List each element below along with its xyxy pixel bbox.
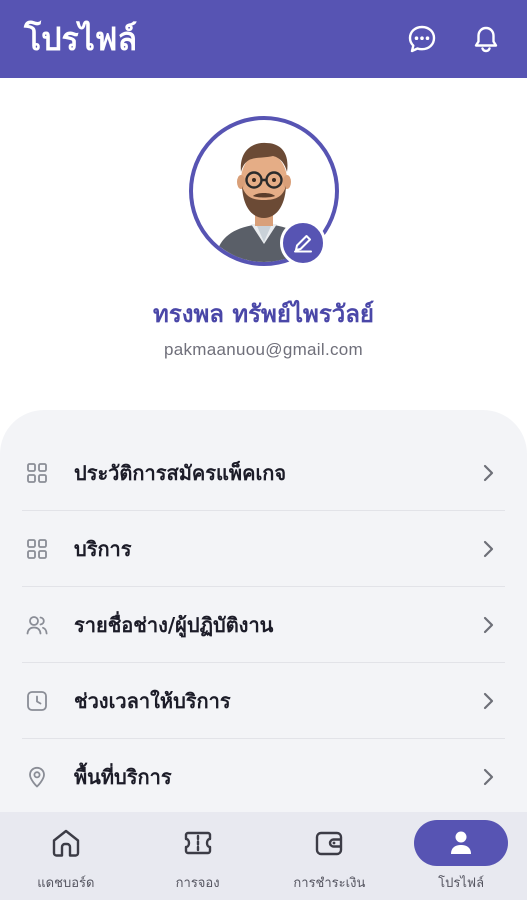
profile-section: ทรงพล ทรัพย์ไพรวัลย์ pakmaanuou@gmail.co… [0,78,527,418]
location-pin-icon [24,764,50,790]
chevron-right-icon [477,462,499,484]
menu-item-services[interactable]: บริการ [22,511,505,587]
chevron-right-icon [477,538,499,560]
menu-item-service-area[interactable]: พื้นที่บริการ [22,739,505,815]
nav-payment[interactable]: การชำระเงิน [264,812,396,900]
nav-booking[interactable]: การจอง [132,812,264,900]
nav-label: การจอง [175,876,220,891]
grid-icon [24,536,50,562]
menu-item-label: บริการ [74,536,132,561]
chat-icon[interactable] [405,22,439,56]
menu-item-package-history[interactable]: ประวัติการสมัครแพ็คเกจ [22,435,505,511]
user-icon [414,820,509,866]
grid-icon [24,460,50,486]
chevron-right-icon [477,766,499,788]
clock-icon [24,688,50,714]
bell-icon[interactable] [469,22,503,56]
menu-item-workers[interactable]: รายชื่อช่าง/ผู้ปฏิบัติงาน [22,587,505,663]
nav-label: การชำระเงิน [293,876,366,891]
nav-profile[interactable]: โปรไฟล์ [395,812,527,900]
ticket-icon [151,820,245,866]
wallet-icon [282,820,376,866]
pencil-icon [294,235,312,253]
bottom-navigation: แดชบอร์ด การจอง การชำระเงิน โปรไฟล์ [0,812,527,900]
chevron-right-icon [477,614,499,636]
app-header: โปรไฟล์ [0,0,527,78]
home-icon [19,820,113,866]
menu-item-label: พื้นที่บริการ [74,765,172,789]
menu-item-label: ช่วงเวลาให้บริการ [74,688,231,713]
page-title: โปรไฟล์ [24,19,138,58]
chevron-right-icon [477,690,499,712]
users-icon [24,612,50,638]
menu-item-label: รายชื่อช่าง/ผู้ปฏิบัติงาน [74,612,274,637]
menu-item-label: ประวัติการสมัครแพ็คเกจ [74,460,287,485]
edit-avatar-button[interactable] [280,220,326,266]
settings-menu: ประวัติการสมัครแพ็คเกจ บริการ รายชื่อช่า… [0,410,527,830]
profile-name: ทรงพล ทรัพย์ไพรวัลย์ [153,300,374,328]
profile-email: pakmaanuou@gmail.com [163,340,364,359]
nav-label: โปรไฟล์ [438,876,485,891]
nav-dashboard[interactable]: แดชบอร์ด [0,812,132,900]
menu-item-service-hours[interactable]: ช่วงเวลาให้บริการ [22,663,505,739]
nav-label: แดชบอร์ด [37,876,95,891]
